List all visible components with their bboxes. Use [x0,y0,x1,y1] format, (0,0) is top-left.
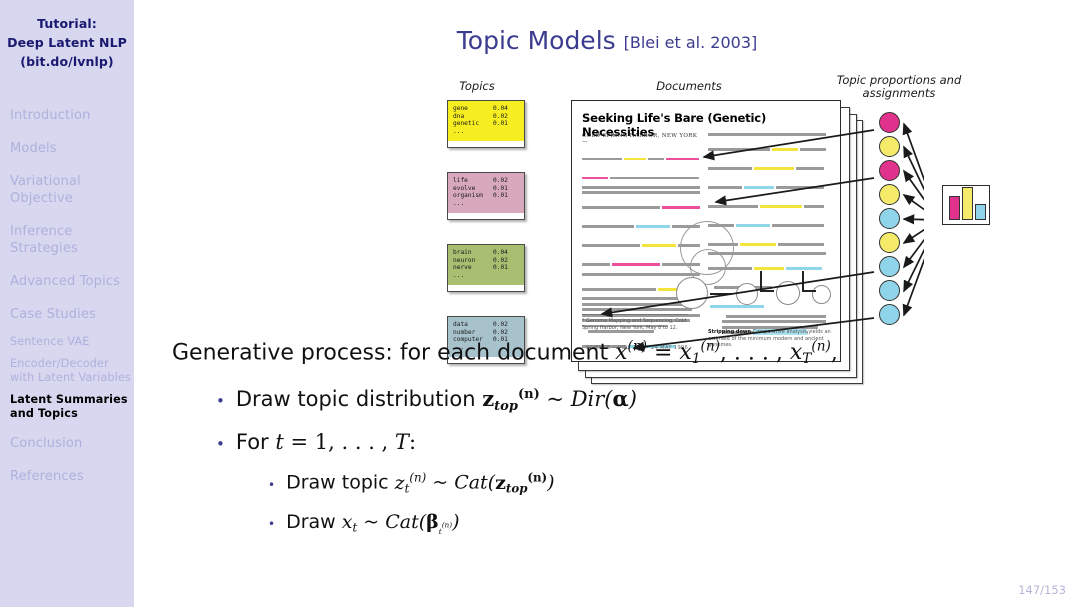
bullet-draw-word: • Draw xt ~ Cat(βt(n)) [268,505,1052,549]
sidebar-title-line-2: Deep Latent NLP [7,35,127,50]
bullet-icon: • [268,517,276,532]
proportion-bar-1 [949,196,960,220]
math-t: t [275,430,284,455]
math-dots: . . . , [733,340,783,366]
sidebar-item-latent-summaries-and-topics[interactable]: Latent Summaries and Topics [0,393,134,421]
page-title-citation: [Blei et al. 2003] [623,33,758,52]
math-tilde: ~ [363,511,380,534]
math-cat: Cat( [385,511,427,534]
math-T: T [394,430,409,455]
bullet-text: Draw [286,511,336,534]
sidebar-item-inference-strategies[interactable]: Inference Strategies [0,223,134,257]
bullet-icon: • [268,477,276,492]
page-title-text: Topic Models [456,26,616,55]
slide-content: Topic Models [Blei et al. 2003] Topics D… [134,0,1080,607]
math-x-T: xT(n) [789,339,831,368]
page-title: Topic Models [Blei et al. 2003] [134,26,1080,55]
sidebar-title: Tutorial: Deep Latent NLP (bit.do/lvnlp) [0,0,134,71]
sidebar-item-case-studies[interactable]: Case Studies [0,306,134,323]
math-cat: Cat( [454,471,496,494]
math-z-top: ztop(n) [482,385,540,414]
math-dots: . . . , [341,430,389,455]
sidebar-title-line-1: Tutorial: [37,16,97,31]
bullet-text: Draw topic [286,471,389,494]
math-alpha: α [612,385,629,411]
math-x-t: xt [341,511,358,535]
math-tilde: ~ [546,386,565,411]
sidebar-item-encoder-decoder[interactable]: Encoder/Decoder with Latent Variables [0,357,134,385]
proportion-bar-3 [975,204,986,220]
topic-proportions-bar-chart [942,185,990,225]
generative-process-line: Generative process: for each document x(… [172,339,838,368]
bullet-icon: • [216,435,225,454]
sidebar-nav: Introduction Models Variational Objectiv… [0,107,134,485]
math-x-1: x1(n) [679,339,720,368]
math-z-t: zt(n) [394,470,427,496]
math-beta: β [426,511,439,534]
sidebar-title-line-3[interactable]: (bit.do/lvnlp) [6,52,128,71]
math-colon: : [408,430,417,455]
math-x-superscript-n: x(n) [615,339,647,366]
sidebar-item-variational-objective[interactable]: Variational Objective [0,173,134,207]
generative-process-prefix: Generative process: for each document [172,340,609,366]
math-paren-close: ) [452,511,460,534]
bullet-draw-topic: • Draw topic zt(n) ~ Cat(ztop(n)) [268,460,1052,505]
bullet-for-loop: • For t = 1, . . . , T: [216,424,1052,460]
math-eq-1: = 1, [290,430,335,455]
proportion-bar-2 [962,187,973,220]
sidebar-item-conclusion[interactable]: Conclusion [0,435,134,452]
sidebar-item-introduction[interactable]: Introduction [0,107,134,124]
bullet-text: For [235,430,269,455]
math-paren-close: ) [628,386,637,411]
page-number: 147/153 [1018,583,1066,597]
generative-process-block: Generative process: for each document x(… [172,330,1052,549]
sidebar-item-references[interactable]: References [0,468,134,485]
math-equals: = [653,340,673,366]
bullet-text: Draw topic distribution [235,386,476,411]
sidebar-item-sentence-vae[interactable]: Sentence VAE [0,335,134,349]
sidebar-item-advanced-topics[interactable]: Advanced Topics [0,273,134,290]
math-dirichlet: Dir( [570,386,613,411]
bullet-draw-topic-distribution: • Draw topic distribution ztop(n) ~ Dir(… [216,377,1052,425]
math-beta-subscript: t(n) [438,520,453,537]
math-tilde: ~ [432,471,449,494]
math-paren-close: ) [547,471,555,494]
sidebar: Tutorial: Deep Latent NLP (bit.do/lvnlp)… [0,0,134,607]
bullet-icon: • [216,391,225,410]
math-z-top-bold: ztop(n) [495,470,548,496]
sidebar-item-models[interactable]: Models [0,140,134,157]
